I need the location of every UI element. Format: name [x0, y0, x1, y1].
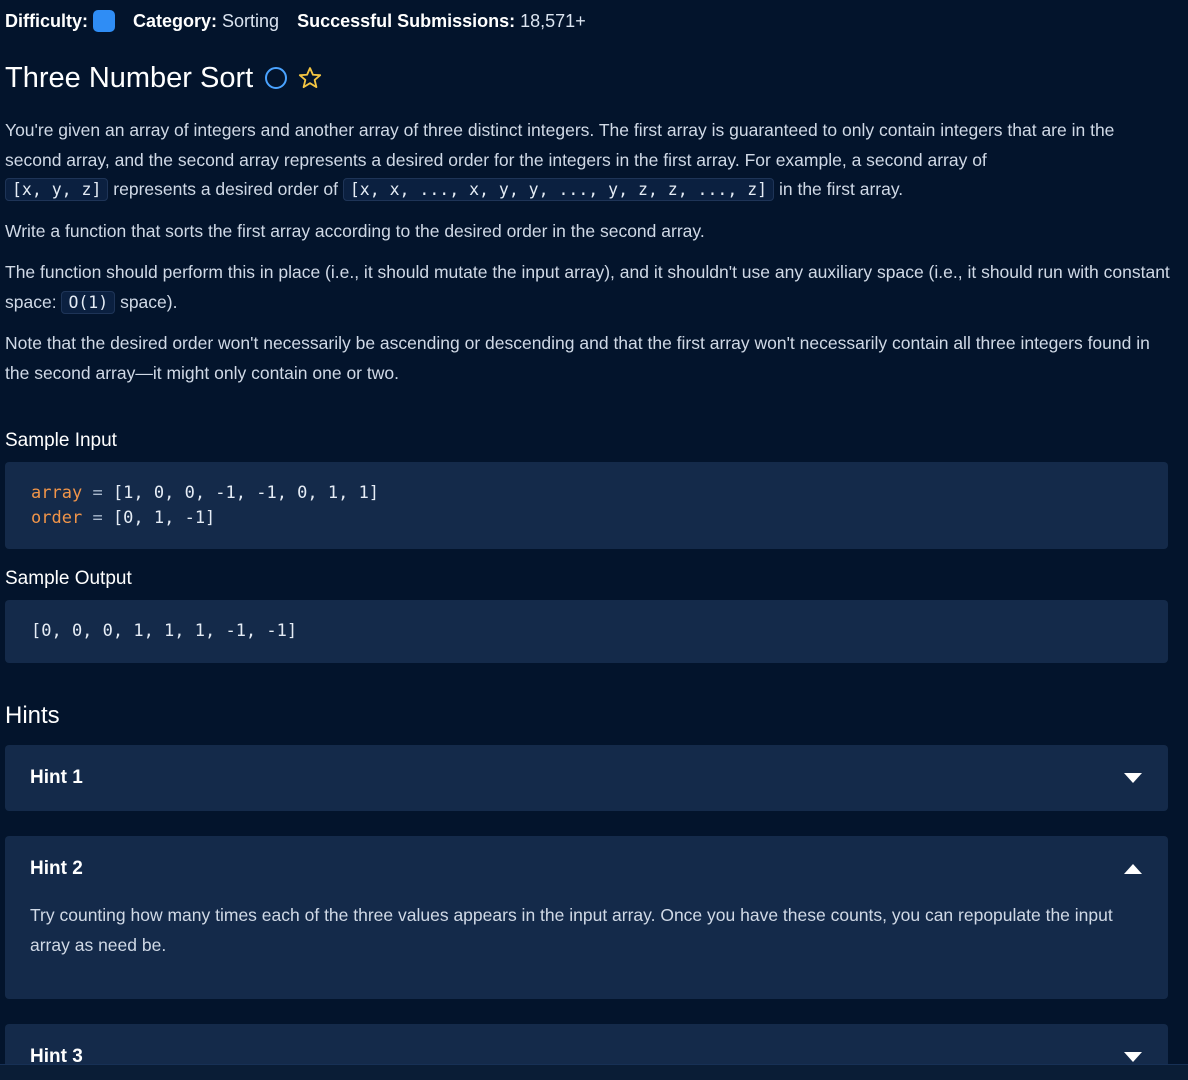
difficulty-label: Difficulty:: [5, 10, 88, 31]
chevron-up-icon: [1124, 864, 1142, 874]
code-operator: =: [92, 508, 103, 528]
chevron-down-icon: [1124, 1052, 1142, 1062]
code-value: [0, 1, -1]: [112, 508, 216, 528]
code-line: array = [1, 0, 0, -1, -1, 0, 1, 1]: [31, 481, 1168, 506]
submissions-group: Successful Submissions: 18,571+: [297, 11, 586, 32]
code-line: order = [0, 1, -1]: [31, 506, 1168, 531]
completion-circle-icon[interactable]: [265, 67, 288, 89]
star-icon[interactable]: [297, 65, 323, 91]
description-text: You're given an array of integers and an…: [5, 120, 1115, 170]
description-paragraph-4: Note that the desired order won't necess…: [5, 333, 1150, 383]
hint-card-1: Hint 1: [5, 745, 1168, 811]
sample-output-code-block: [0, 0, 0, 1, 1, 1, -1, -1]: [5, 600, 1168, 663]
hint-card-3: Hint 3: [5, 1024, 1168, 1064]
description-text: The function should perform this in plac…: [5, 262, 1170, 312]
code-value: [0, 0, 0, 1, 1, 1, -1, -1]: [31, 621, 298, 641]
description-paragraph-1: You're given an array of integers and an…: [5, 116, 1175, 205]
submissions-label: Successful Submissions:: [297, 10, 516, 31]
sample-input-label: Sample Input: [5, 430, 117, 451]
chevron-down-icon: [1124, 773, 1142, 783]
category-group: Category: Sorting: [133, 11, 279, 32]
bottom-strip: [0, 1064, 1188, 1080]
category-label: Category:: [133, 10, 218, 31]
title-row: Three Number Sort: [5, 58, 323, 98]
description-text: space).: [120, 291, 178, 312]
description-text: represents a desired order of: [113, 179, 338, 199]
problem-description: You're given an array of integers and an…: [5, 116, 1175, 400]
category-value: Sorting: [222, 10, 280, 31]
description-paragraph-2: Write a function that sorts the first ar…: [5, 220, 705, 241]
hints-heading: Hints: [5, 702, 60, 729]
difficulty-indicator: [93, 10, 115, 32]
inline-code: [x, x, ..., x, y, y, ..., y, z, z, ..., …: [342, 178, 775, 201]
problem-page: Difficulty: Category: Sorting Successful…: [0, 0, 1188, 1064]
code-variable: order: [31, 508, 83, 528]
inline-code: [x, y, z]: [5, 178, 109, 201]
code-variable: array: [31, 483, 83, 503]
page-title: Three Number Sort: [5, 61, 254, 94]
hint-2-toggle[interactable]: Hint 2: [5, 836, 1168, 902]
sample-output-label: Sample Output: [5, 568, 132, 589]
hint-3-toggle[interactable]: Hint 3: [5, 1024, 1168, 1064]
hint-title: Hint 2: [30, 858, 83, 879]
inline-code: O(1): [61, 290, 116, 314]
code-value: [1, 0, 0, -1, -1, 0, 1, 1]: [112, 483, 380, 503]
hint-title: Hint 3: [30, 1046, 83, 1064]
problem-meta-bar: Difficulty: Category: Sorting Successful…: [5, 8, 604, 34]
difficulty-group: Difficulty:: [5, 10, 115, 32]
hint-title: Hint 1: [30, 767, 83, 788]
hint-2-body: Try counting how many times each of the …: [30, 905, 1113, 955]
submissions-value: 18,571+: [520, 10, 586, 31]
description-paragraph-3: The function should perform this in plac…: [5, 258, 1175, 317]
description-text: in the first array.: [778, 179, 904, 199]
sample-input-code-block: array = [1, 0, 0, -1, -1, 0, 1, 1] order…: [5, 462, 1168, 549]
hint-card-2: Hint 2 Try counting how many times each …: [5, 836, 1168, 999]
hint-1-toggle[interactable]: Hint 1: [5, 745, 1168, 811]
code-operator: =: [92, 483, 103, 503]
